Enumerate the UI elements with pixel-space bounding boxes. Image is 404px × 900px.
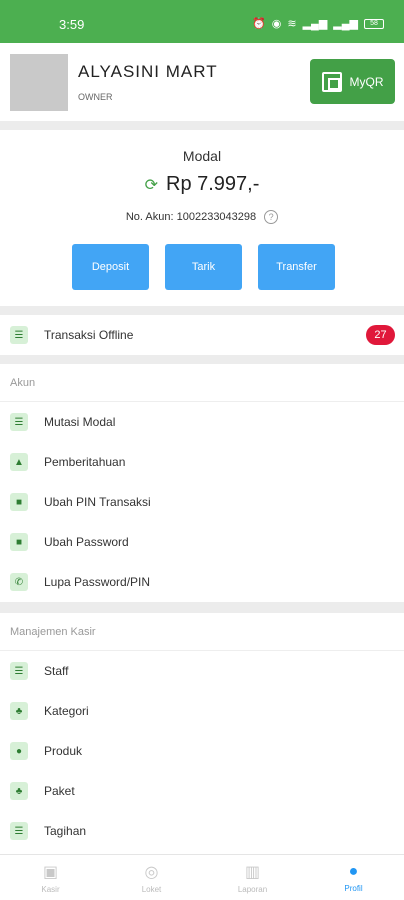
menu-item-staff[interactable]: ☰ Staff — [0, 651, 404, 691]
battery-icon: 58 — [364, 18, 384, 29]
balance-amount: Rp 7.997,- — [166, 173, 260, 195]
menu-item-label: Transaksi Offline — [44, 328, 134, 342]
nav-laporan[interactable]: ▥ Laporan — [202, 855, 303, 900]
help-icon[interactable]: ? — [264, 210, 279, 224]
myqr-label: MyQR — [349, 74, 384, 89]
account-number: No. Akun: 1002233043298 — [125, 211, 257, 223]
lock-icon: ■ — [10, 533, 28, 551]
phone-icon: ✆ — [10, 573, 28, 591]
modal-title: Modal — [182, 148, 222, 164]
menu-item-transaksi-offline[interactable]: ☰ Transaksi Offline 27 — [0, 315, 404, 355]
status-icons: ⏰ ◉ ≋ ▂▄▆ ▂▄▆ 58 — [252, 17, 384, 30]
nav-profil[interactable]: ● Profil — [303, 855, 404, 900]
withdraw-button[interactable]: Tarik — [165, 244, 242, 290]
list-icon: ☰ — [10, 822, 28, 840]
action-buttons: Deposit Tarik Transfer — [72, 244, 335, 290]
manajemen-section: Manajemen Kasir ☰ Staff ♣ Kategori ● Pro… — [0, 613, 404, 854]
bell-icon: ▲ — [10, 453, 28, 471]
cashier-icon: ▣ — [42, 863, 59, 881]
signal-icon-2: ▂▄▆ — [333, 18, 358, 30]
qr-code-icon — [321, 71, 342, 92]
akun-section: Akun ☰ Mutasi Modal ▲ Pemberitahuan ■ Ub… — [0, 364, 404, 602]
offline-section: ☰ Transaksi Offline 27 — [0, 315, 404, 355]
menu-item-label: Ubah Password — [44, 535, 129, 549]
menu-item-kategori[interactable]: ♣ Kategori — [0, 691, 404, 731]
profile-icon: ● — [348, 862, 359, 880]
nav-kasir[interactable]: ▣ Kasir — [0, 855, 101, 900]
section-header-akun: Akun — [0, 364, 404, 402]
alarm-icon: ⏰ — [252, 18, 266, 30]
menu-item-pemberitahuan[interactable]: ▲ Pemberitahuan — [0, 442, 404, 482]
menu-item-label: Kategori — [44, 704, 89, 718]
store-name: ALYASINI MART — [78, 62, 218, 81]
nav-label: Profil — [344, 883, 363, 893]
menu-item-label: Ubah PIN Transaksi — [44, 495, 151, 509]
counter-icon: ◎ — [144, 863, 159, 881]
menu-item-label: Pemberitahuan — [44, 455, 126, 469]
category-icon: ♣ — [10, 702, 28, 720]
nav-label: Kasir — [41, 884, 60, 894]
package-icon: ♣ — [10, 782, 28, 800]
menu-item-label: Tagihan — [44, 824, 87, 838]
nav-label: Loket — [141, 884, 162, 894]
menu-item-ubah-pin[interactable]: ■ Ubah PIN Transaksi — [0, 482, 404, 522]
lock-icon: ■ — [10, 493, 28, 511]
profile-header: ALYASINI MART OWNER MyQR — [0, 43, 404, 121]
status-bar: 3:59 ⏰ ◉ ≋ ▂▄▆ ▂▄▆ 58 — [0, 0, 404, 43]
menu-item-mutasi-modal[interactable]: ☰ Mutasi Modal — [0, 402, 404, 442]
menu-item-label: Paket — [44, 784, 75, 798]
menu-item-lupa-password[interactable]: ✆ Lupa Password/PIN — [0, 562, 404, 602]
signal-icon: ▂▄▆ — [302, 18, 328, 30]
nav-loket[interactable]: ◎ Loket — [101, 855, 202, 900]
wifi-icon: ≋ — [287, 18, 297, 30]
balance-row: ⟳ Rp 7.997,- — [0, 173, 404, 196]
list-icon: ☰ — [10, 413, 28, 431]
modal-card: Modal ⟳ Rp 7.997,- No. Akun: 10022330432… — [0, 130, 404, 306]
deposit-button[interactable]: Deposit — [72, 244, 149, 290]
menu-item-paket[interactable]: ♣ Paket — [0, 771, 404, 811]
menu-item-label: Produk — [44, 744, 83, 758]
section-header-manajemen: Manajemen Kasir — [0, 613, 404, 651]
menu-item-label: Mutasi Modal — [44, 415, 116, 429]
transfer-button[interactable]: Transfer — [258, 244, 335, 290]
product-icon: ● — [10, 742, 28, 760]
list-icon: ☰ — [10, 326, 28, 344]
offline-count-badge: 27 — [366, 325, 395, 345]
bottom-navigation: ▣ Kasir ◎ Loket ▥ Laporan ● Profil — [0, 854, 404, 900]
menu-item-label: Lupa Password/PIN — [44, 575, 151, 589]
list-icon: ☰ — [10, 662, 28, 680]
menu-item-label: Staff — [44, 664, 69, 678]
chart-icon: ▥ — [244, 863, 261, 881]
refresh-icon[interactable]: ⟳ — [145, 175, 158, 195]
menu-item-tagihan[interactable]: ☰ Tagihan — [0, 811, 404, 851]
account-row: No. Akun: 1002233043298 ? — [0, 210, 404, 224]
status-time: 3:59 — [59, 17, 85, 32]
menu-item-ubah-password[interactable]: ■ Ubah Password — [0, 522, 404, 562]
myqr-button[interactable]: MyQR — [310, 59, 395, 104]
nav-label: Laporan — [237, 884, 268, 894]
avatar[interactable] — [10, 54, 68, 111]
user-role: OWNER — [78, 92, 113, 102]
notification-icon: ◉ — [271, 18, 282, 30]
menu-item-produk[interactable]: ● Produk — [0, 731, 404, 771]
